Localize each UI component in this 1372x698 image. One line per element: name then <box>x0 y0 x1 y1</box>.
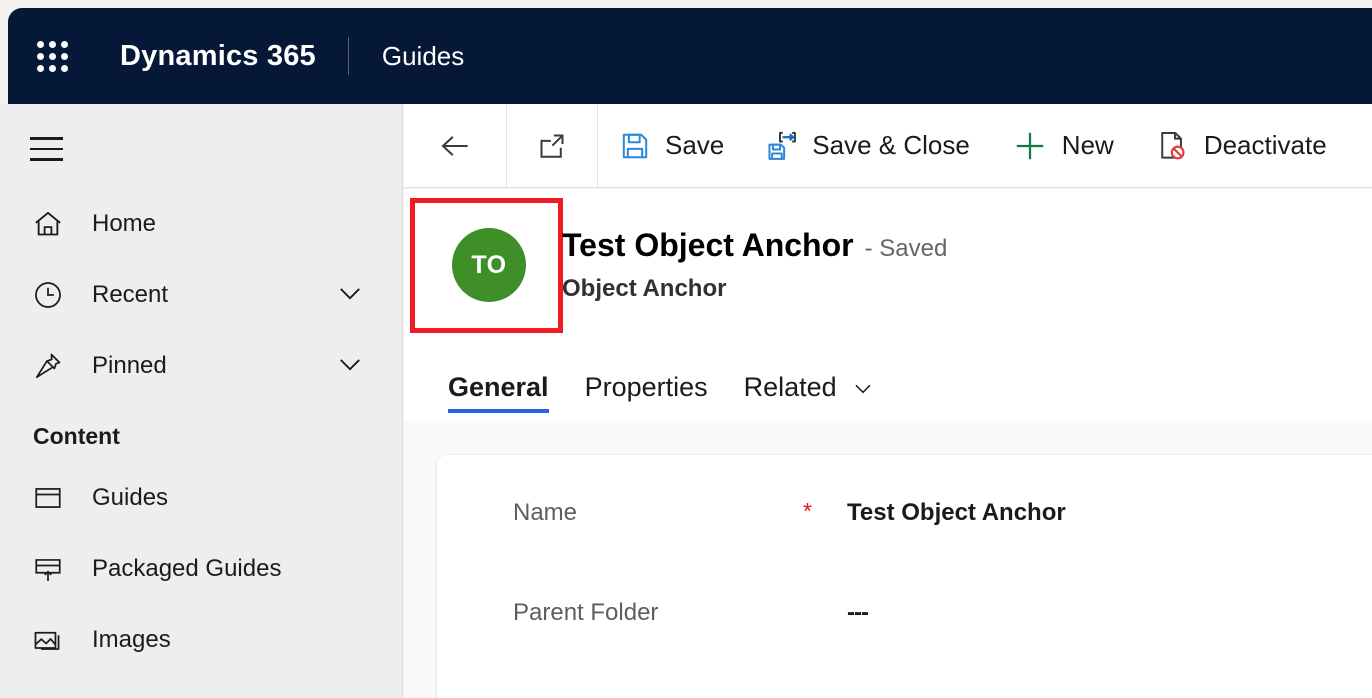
save-and-close-button[interactable]: Save & Close <box>745 104 991 187</box>
record-header: TO Test Object Anchor - Saved Object Anc… <box>404 189 1372 421</box>
required-asterisk: * <box>803 498 812 524</box>
command-group-popout <box>507 104 598 187</box>
sidebar-item-label: Packaged Guides <box>92 554 282 582</box>
tab-label: Related <box>743 372 837 402</box>
sidebar-item-home[interactable]: Home <box>0 188 402 259</box>
app-name-label[interactable]: Guides <box>382 41 464 72</box>
tab-general[interactable]: General <box>448 372 567 421</box>
command-label: Deactivate <box>1203 130 1327 160</box>
field-value-name[interactable]: Test Object Anchor <box>847 499 1066 527</box>
chevron-down-icon[interactable] <box>333 275 367 314</box>
brand-title: Dynamics 365 <box>120 39 316 72</box>
field-label: Parent Folder <box>513 599 659 626</box>
record-tabs: General Properties Related <box>448 372 894 421</box>
tab-label: Properties <box>584 372 708 402</box>
form-card: Name * Test Object Anchor Parent Folder … <box>437 455 1372 698</box>
save-floppy-icon <box>619 130 651 162</box>
top-navigation-bar: Dynamics 365 Guides <box>8 8 1372 104</box>
sidebar-primary-nav: Home Recent Pinned <box>0 188 402 401</box>
home-icon <box>30 206 66 242</box>
window-icon <box>30 480 66 516</box>
clock-icon <box>30 277 66 313</box>
tab-label: General <box>448 372 549 402</box>
arrow-left-icon <box>436 127 474 165</box>
tab-related[interactable]: Related <box>726 372 894 421</box>
avatar[interactable]: TO <box>452 228 526 302</box>
field-row-parent-folder: Parent Folder --- <box>437 599 1372 698</box>
open-in-new-window-icon <box>535 129 569 163</box>
sidebar-item-images[interactable]: Images <box>0 604 402 675</box>
sidebar-content-nav: Guides Packaged Guides Images <box>0 462 402 675</box>
sidebar-item-label: Pinned <box>92 351 167 379</box>
sidebar-item-label: Home <box>92 209 157 237</box>
field-value-parent-folder[interactable]: --- <box>847 599 869 627</box>
command-group-actions: Save Save & Close New Deactivate <box>598 104 1372 187</box>
sidebar-item-recent[interactable]: Recent <box>0 259 402 330</box>
back-button[interactable] <box>404 104 506 187</box>
record-entity-type: Object Anchor <box>562 275 727 302</box>
command-label: Save & Close <box>812 130 970 160</box>
sidebar-section-title: Content <box>33 423 120 449</box>
form-body: Name * Test Object Anchor Parent Folder … <box>404 421 1372 698</box>
page-title: Test Object Anchor <box>562 227 854 263</box>
new-button[interactable]: New <box>991 104 1135 187</box>
window-upload-icon <box>30 551 66 587</box>
avatar-highlight-box: TO <box>410 198 563 333</box>
command-label: New <box>1061 130 1114 160</box>
sidebar: Home Recent Pinned Content Guides Packag… <box>0 104 403 698</box>
sidebar-item-pinned[interactable]: Pinned <box>0 330 402 401</box>
field-row-name: Name * Test Object Anchor <box>437 498 1372 599</box>
command-bar: Save Save & Close New Deactivate <box>404 104 1372 188</box>
tab-properties[interactable]: Properties <box>567 372 726 421</box>
save-button[interactable]: Save <box>598 104 745 187</box>
sidebar-item-label: Recent <box>92 280 169 308</box>
image-icon <box>30 622 66 658</box>
avatar-initials: TO <box>471 250 507 279</box>
plus-icon <box>1012 128 1048 164</box>
save-and-close-icon <box>766 130 798 162</box>
deactivate-button[interactable]: Deactivate <box>1135 104 1348 187</box>
record-title-block: Test Object Anchor - Saved Object Anchor <box>562 227 947 303</box>
pin-icon <box>30 348 66 384</box>
sidebar-item-label: Guides <box>92 483 169 511</box>
save-status-label: - Saved <box>864 235 948 262</box>
chevron-down-icon[interactable] <box>333 346 367 385</box>
sidebar-item-guides[interactable]: Guides <box>0 462 402 533</box>
open-in-new-window-button[interactable] <box>507 104 597 187</box>
command-group-back <box>404 104 507 187</box>
sidebar-item-label: Images <box>92 625 171 653</box>
hamburger-menu-icon[interactable] <box>30 127 74 171</box>
command-label: Save <box>665 130 725 160</box>
deactivate-document-icon <box>1156 129 1190 163</box>
brand-divider <box>347 37 349 75</box>
app-root: Dynamics 365 Guides Home Recent Pinned C… <box>0 0 1372 698</box>
sidebar-item-packaged-guides[interactable]: Packaged Guides <box>0 533 402 604</box>
field-label: Name <box>513 499 578 526</box>
grid-waffle-icon[interactable] <box>37 41 68 72</box>
chevron-down-icon[interactable] <box>850 375 876 401</box>
